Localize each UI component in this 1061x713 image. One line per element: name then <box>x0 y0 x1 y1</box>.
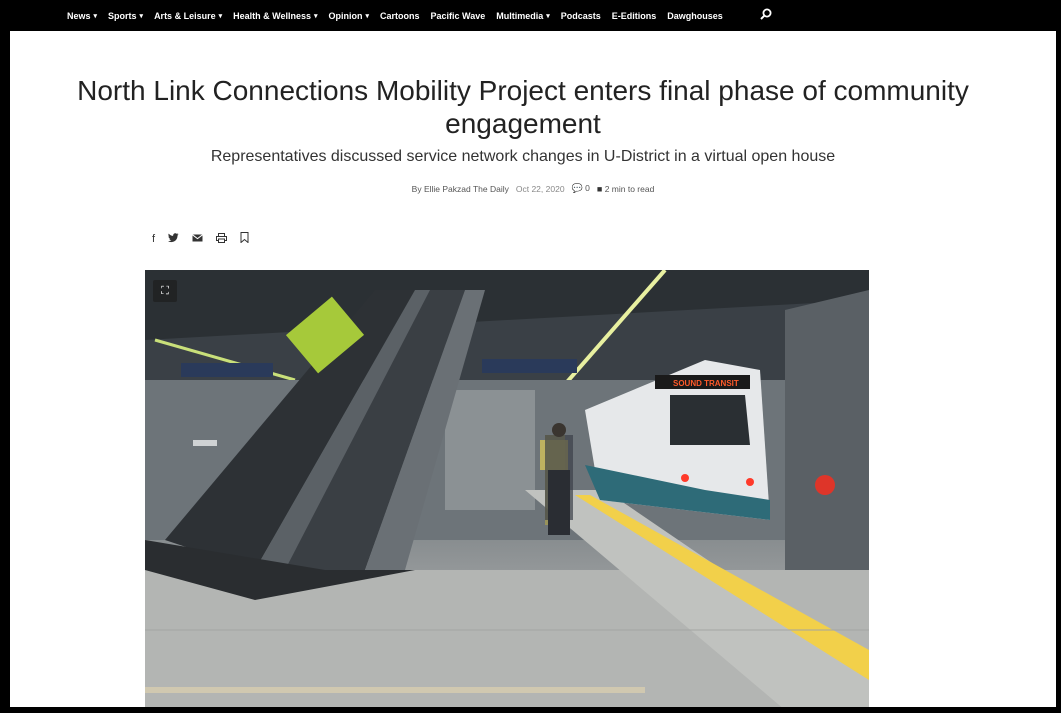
chevron-down-icon: ▾ <box>546 12 550 20</box>
print-icon[interactable] <box>216 232 228 246</box>
nav-item-podcasts[interactable]: Podcasts <box>561 11 601 21</box>
facebook-icon[interactable]: f <box>152 233 155 245</box>
comment-count-value: 0 <box>585 183 590 193</box>
comment-count[interactable]: 💬 0 <box>572 183 590 194</box>
nav-item-opinion[interactable]: Opinion ▾ <box>328 11 369 21</box>
expand-icon[interactable]: ⛶ <box>153 280 177 302</box>
page-content: North Link Connections Mobility Project … <box>10 31 1056 707</box>
chevron-down-icon: ▾ <box>139 12 144 20</box>
article-headline: North Link Connections Mobility Project … <box>77 75 969 139</box>
hero-image: SOUND TRANSIT ⛶ <box>145 270 869 707</box>
nav-label: News <box>67 10 91 21</box>
nav-label: Pacific Wave <box>430 10 486 21</box>
nav-label: Arts & Leisure <box>154 10 216 21</box>
nav-item-pacific-wave[interactable]: Pacific Wave <box>431 11 486 21</box>
nav-item-e-editions[interactable]: E-Editions <box>612 11 657 21</box>
nav-label: Multimedia <box>496 10 544 21</box>
nav-item-news[interactable]: News ▾ <box>67 11 97 21</box>
book-icon: ■ <box>596 183 603 194</box>
bookmark-icon[interactable] <box>240 232 249 246</box>
nav-item-arts-leisure[interactable]: Arts & Leisure ▾ <box>154 11 222 21</box>
email-icon[interactable] <box>192 233 203 245</box>
article-subhead: Representatives discussed service networ… <box>210 148 836 165</box>
share-bar: f <box>152 232 249 246</box>
author-link[interactable]: Ellie Pakzad <box>424 184 471 194</box>
chevron-down-icon: ▾ <box>218 12 223 20</box>
publish-date: Oct 22, 2020 <box>515 183 565 194</box>
station-photo: SOUND TRANSIT <box>145 270 869 707</box>
chevron-down-icon: ▾ <box>93 12 98 20</box>
nav-item-dawghouses[interactable]: Dawghouses <box>667 11 723 21</box>
byline-prefix: By <box>411 183 422 194</box>
search-icon[interactable] <box>760 8 772 23</box>
article-byline: By Ellie Pakzad The Daily Oct 22, 2020 💬… <box>10 183 1056 194</box>
byline-author-line: By Ellie Pakzad The Daily <box>412 184 509 194</box>
nav-label: Podcasts <box>560 10 601 21</box>
nav-item-health-wellness[interactable]: Health & Wellness ▾ <box>233 11 317 21</box>
nav-item-cartoons[interactable]: Cartoons <box>380 11 420 21</box>
publication-name: The Daily <box>472 183 509 194</box>
top-navigation: News ▾ Sports ▾ Arts & Leisure ▾ Health & W… <box>0 0 1061 31</box>
twitter-icon[interactable] <box>168 232 179 246</box>
nav-item-multimedia[interactable]: Multimedia ▾ <box>496 11 550 21</box>
nav-label: Dawghouses <box>667 10 723 21</box>
read-time-value: 2 min to read <box>604 183 655 194</box>
nav-label: E-Editions <box>611 10 657 21</box>
train-destination-sign: SOUND TRANSIT <box>673 379 739 388</box>
read-time: ■ 2 min to read <box>597 184 654 194</box>
nav-item-sports[interactable]: Sports ▾ <box>108 11 143 21</box>
chevron-down-icon: ▾ <box>313 12 318 20</box>
nav-label: Cartoons <box>380 10 420 21</box>
nav-label: Opinion <box>328 10 363 21</box>
comments-icon: 💬 <box>571 183 583 193</box>
nav-label: Sports <box>108 10 137 21</box>
chevron-down-icon: ▾ <box>365 12 369 20</box>
nav-label: Health & Wellness <box>233 10 311 21</box>
